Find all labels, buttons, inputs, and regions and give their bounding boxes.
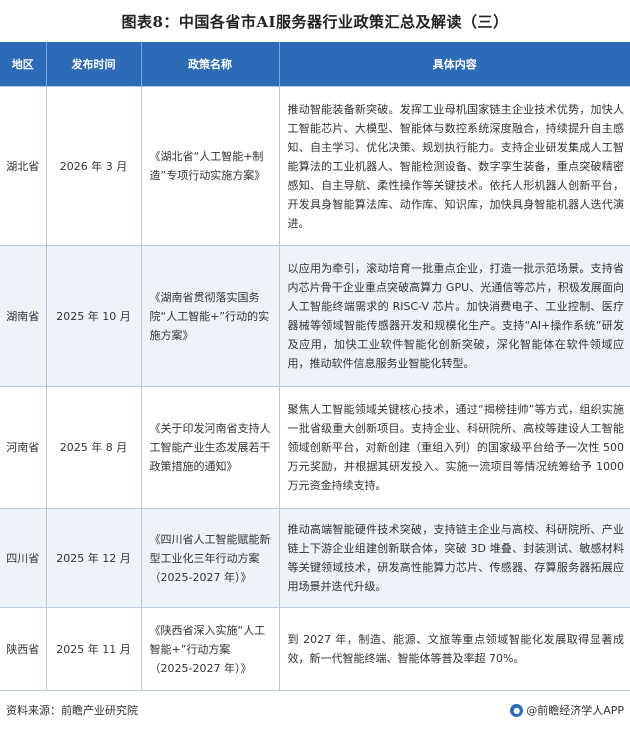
cell-date: 2025 年 8 月: [45, 386, 141, 509]
footer: 资料来源：前瞻产业研究院 ● @前瞻经济学人APP: [0, 697, 630, 723]
cell-content: 推动高端智能硬件技术突破，支持链主企业与高校、科研院所、产业链上下游企业组建创新…: [278, 508, 630, 608]
table-row: 河南省 2025 年 8 月 《关于印发河南省支持人工智能产业生态发展若干政策措…: [0, 386, 630, 509]
cell-content: 到 2027 年，制造、能源、文旅等重点领域智能化发展取得显著成效，新一代智能终…: [278, 607, 630, 691]
cell-policy: 《湖南省贯彻落实国务院“人工智能+”行动的实施方案》: [140, 245, 279, 387]
cell-date: 2025 年 10 月: [45, 245, 141, 387]
table-row: 湖南省 2025 年 10 月 《湖南省贯彻落实国务院“人工智能+”行动的实施方…: [0, 245, 630, 387]
cell-region: 四川省: [0, 508, 46, 608]
cell-content: 推动智能装备新突破。发挥工业母机国家链主企业技术优势，加快人工智能芯片、大模型、…: [278, 86, 630, 246]
table-row: 湖北省 2026 年 3 月 《湖北省“人工智能+制造”专项行动实施方案》 推动…: [0, 86, 630, 246]
cell-region: 河南省: [0, 386, 46, 509]
table-row: 陕西省 2025 年 11 月 《陕西省深入实施“人工智能+”行动方案（2025…: [0, 607, 630, 691]
cell-region: 湖北省: [0, 86, 46, 246]
source-note: 资料来源：前瞻产业研究院: [6, 704, 138, 717]
cell-policy: 《湖北省“人工智能+制造”专项行动实施方案》: [140, 86, 279, 246]
table-header-row: 地区 发布时间 政策名称 具体内容: [0, 42, 630, 87]
cell-date: 2025 年 12 月: [45, 508, 141, 608]
table-row: 四川省 2025 年 12 月 《四川省人工智能赋能新型工业化三年行动方案（20…: [0, 508, 630, 608]
brand-credit: ● @前瞻经济学人APP: [510, 702, 624, 718]
cell-region: 陕西省: [0, 607, 46, 691]
header-region: 地区: [0, 42, 46, 87]
cell-policy: 《四川省人工智能赋能新型工业化三年行动方案（2025-2027 年）》: [140, 508, 279, 608]
cell-content: 聚焦人工智能领域关键核心技术，通过“揭榜挂帅”等方式，组织实施一批省级重大创新项…: [278, 386, 630, 509]
cell-date: 2026 年 3 月: [45, 86, 141, 246]
cell-policy: 《关于印发河南省支持人工智能产业生态发展若干政策措施的通知》: [140, 386, 279, 509]
header-date: 发布时间: [45, 42, 141, 87]
cell-date: 2025 年 11 月: [45, 607, 141, 691]
brand-logo-icon: ●: [510, 703, 524, 717]
cell-content: 以应用为牵引，滚动培育一批重点企业，打造一批示范场景。支持省内芯片骨干企业重点突…: [278, 245, 630, 387]
brand-label: @前瞻经济学人APP: [526, 704, 624, 717]
cell-region: 湖南省: [0, 245, 46, 387]
chart-title: 图表8：中国各省市AI服务器行业政策汇总及解读（三）: [121, 12, 509, 31]
policy-table: 地区 发布时间 政策名称 具体内容 湖北省 2026 年 3 月 《湖北省“人工…: [0, 42, 630, 691]
cell-policy: 《陕西省深入实施“人工智能+”行动方案（2025-2027 年）》: [140, 607, 279, 691]
header-policy: 政策名称: [140, 42, 279, 87]
header-content: 具体内容: [278, 42, 630, 87]
